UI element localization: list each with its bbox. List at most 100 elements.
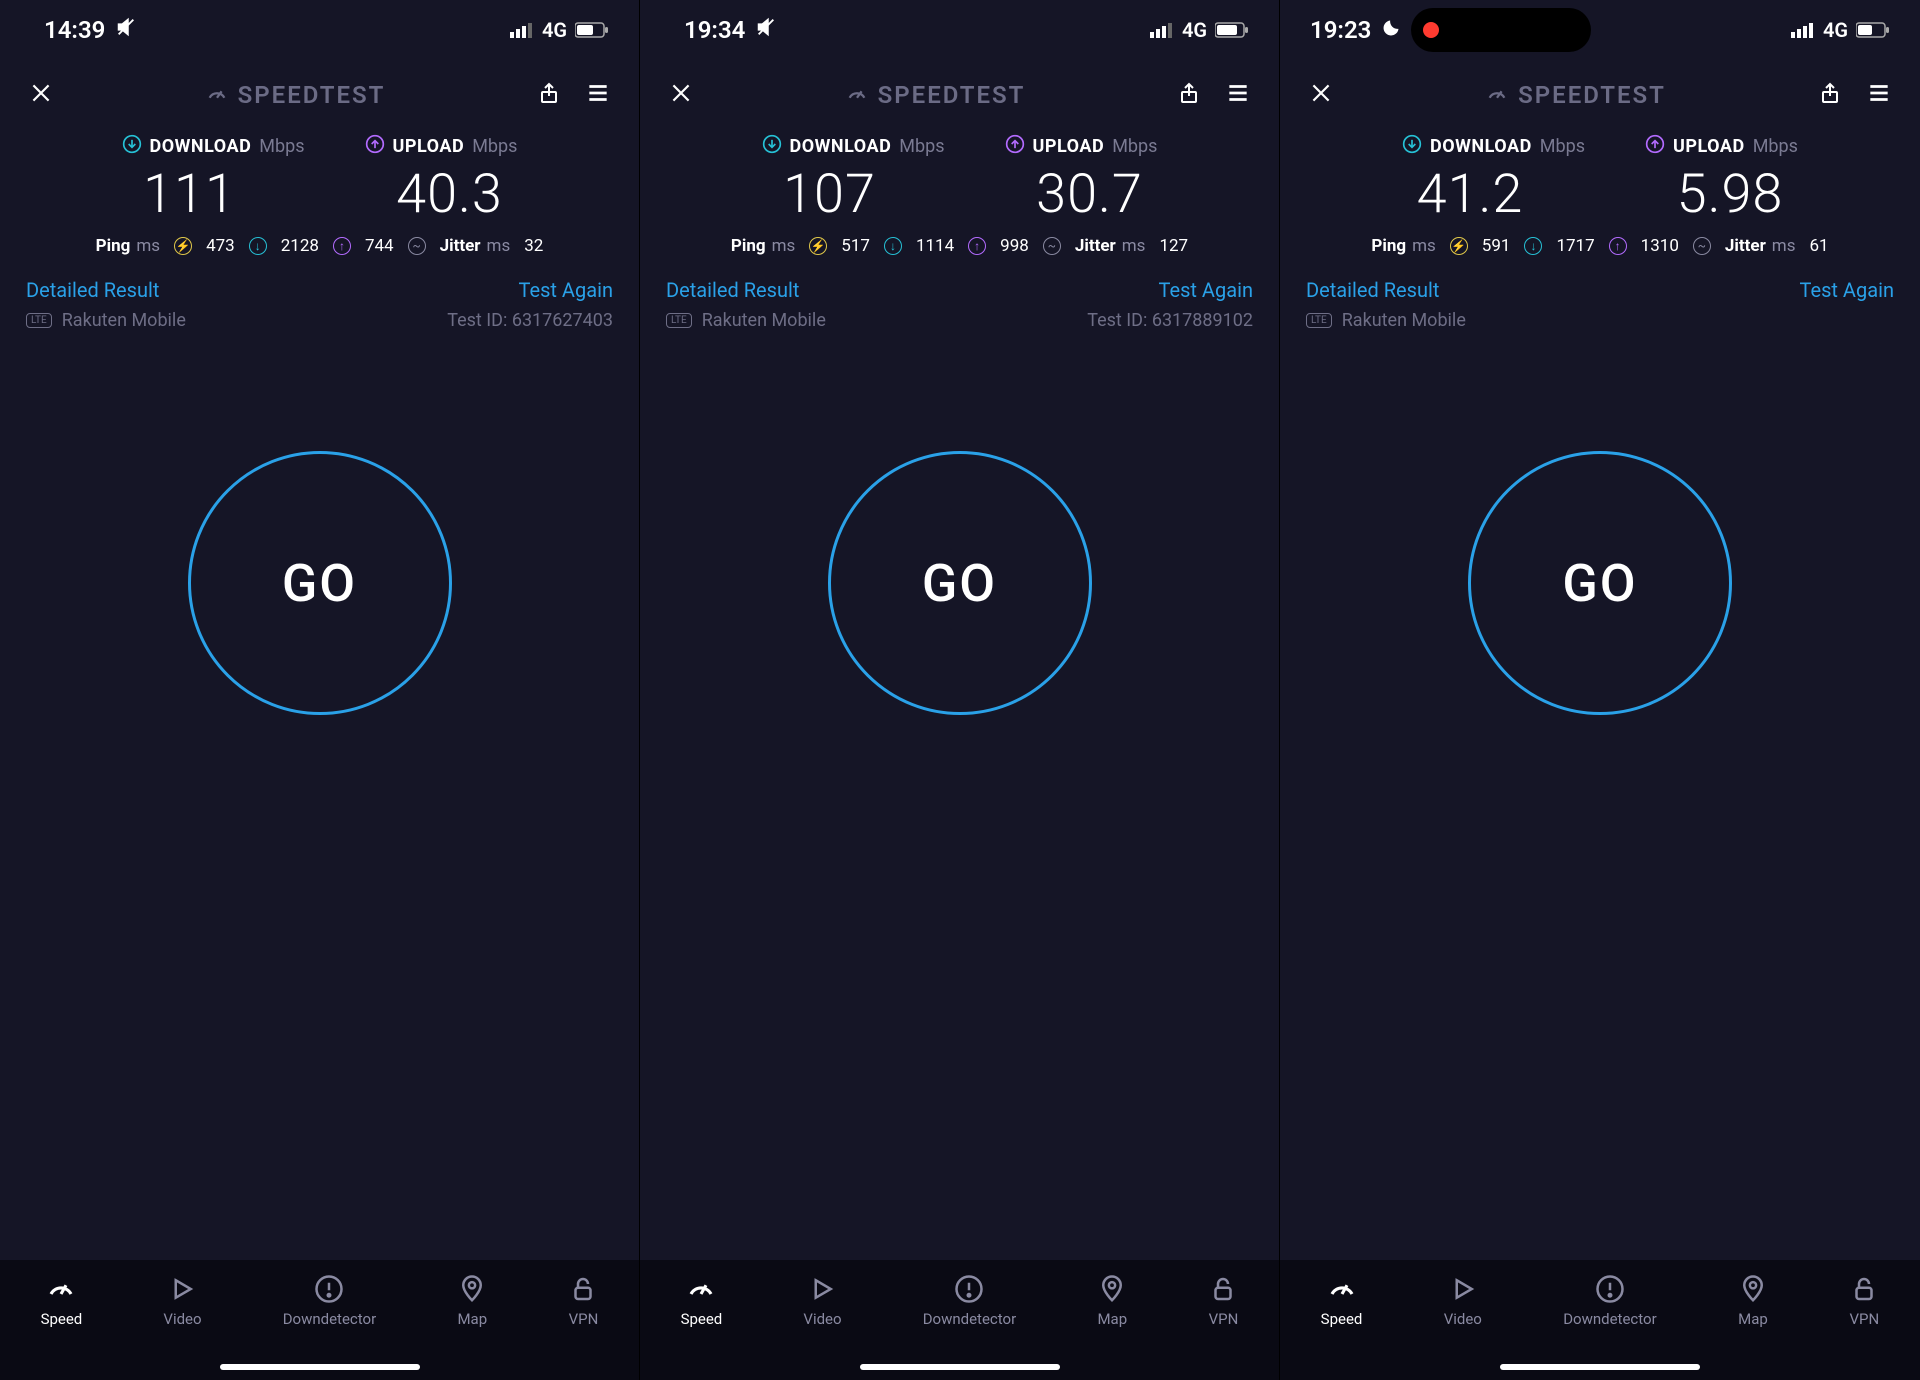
ping-row: Ping ms ⚡591 ↓1717 ↑1310 ~ Jitter ms 61 bbox=[1280, 234, 1920, 266]
network-type: 4G bbox=[542, 18, 567, 42]
ping-up-icon: ↑ bbox=[968, 237, 986, 255]
upload-icon bbox=[1005, 134, 1025, 159]
home-indicator[interactable] bbox=[1500, 1364, 1700, 1370]
battery-icon bbox=[575, 16, 609, 44]
upload-value: 5.98 bbox=[1620, 163, 1840, 226]
download-value: 111 bbox=[80, 163, 300, 226]
moon-icon bbox=[1381, 16, 1401, 44]
test-id: Test ID: 6317627403 bbox=[447, 310, 613, 331]
clock-time: 19:34 bbox=[684, 16, 745, 44]
network-type: 4G bbox=[1182, 18, 1207, 42]
menu-icon[interactable] bbox=[1866, 80, 1892, 110]
nav-speed[interactable]: Speed bbox=[1321, 1274, 1363, 1328]
status-bar: 19:34 4G bbox=[640, 0, 1279, 60]
nav-downdetector[interactable]: Downdetector bbox=[923, 1274, 1016, 1328]
share-icon[interactable] bbox=[537, 81, 561, 109]
bottom-nav: Speed Video Downdetector Map VPN bbox=[640, 1260, 1279, 1380]
detailed-result-link[interactable]: Detailed Result bbox=[1306, 278, 1439, 302]
status-bar: 14:39 4G bbox=[0, 0, 639, 60]
close-icon[interactable] bbox=[668, 80, 694, 110]
nav-video[interactable]: Video bbox=[1444, 1274, 1482, 1328]
carrier-name: Rakuten Mobile bbox=[702, 310, 826, 331]
close-icon[interactable] bbox=[28, 80, 54, 110]
carrier-row: LTE Rakuten Mobile Test ID: 6317627403 bbox=[0, 308, 639, 331]
go-button[interactable]: GO bbox=[188, 451, 452, 715]
bottom-nav: Speed Video Downdetector Map VPN bbox=[0, 1260, 639, 1380]
phone-screen-3: 19:23 4G SPEEDTES bbox=[1280, 0, 1920, 1380]
ping-up-value: 998 bbox=[1000, 236, 1029, 256]
upload-icon bbox=[365, 134, 385, 159]
phone-screen-2: 19:34 4G SPEEDTEST bbox=[640, 0, 1280, 1380]
go-area: GO bbox=[1280, 331, 1920, 1260]
nav-video[interactable]: Video bbox=[163, 1274, 201, 1328]
ping-down-value: 2128 bbox=[281, 236, 319, 256]
download-icon bbox=[1402, 134, 1422, 159]
nav-vpn[interactable]: VPN bbox=[1208, 1274, 1238, 1328]
home-indicator[interactable] bbox=[860, 1364, 1060, 1370]
result-labels: DOWNLOAD Mbps UPLOAD Mbps bbox=[640, 130, 1279, 159]
go-button[interactable]: GO bbox=[828, 451, 1092, 715]
battery-icon bbox=[1215, 16, 1249, 44]
battery-icon bbox=[1856, 16, 1890, 44]
phone-screen-1: 14:39 4G SPEEDTEST bbox=[0, 0, 640, 1380]
test-again-link[interactable]: Test Again bbox=[519, 278, 613, 302]
app-header: SPEEDTEST bbox=[0, 60, 639, 130]
carrier-name: Rakuten Mobile bbox=[62, 310, 186, 331]
app-title: SPEEDTEST bbox=[694, 81, 1177, 109]
nav-map[interactable]: Map bbox=[457, 1274, 487, 1328]
app-header: SPEEDTEST bbox=[640, 60, 1279, 130]
signal-icon bbox=[1150, 16, 1174, 44]
nav-map[interactable]: Map bbox=[1097, 1274, 1127, 1328]
ping-down-value: 1717 bbox=[1556, 236, 1594, 256]
ping-down-icon: ↓ bbox=[1524, 237, 1542, 255]
jitter-icon: ~ bbox=[408, 237, 426, 255]
nav-vpn[interactable]: VPN bbox=[568, 1274, 598, 1328]
ping-up-icon: ↑ bbox=[1609, 237, 1627, 255]
links-row: Detailed Result Test Again bbox=[1280, 266, 1920, 308]
nav-speed[interactable]: Speed bbox=[41, 1274, 83, 1328]
jitter-icon: ~ bbox=[1043, 237, 1061, 255]
test-again-link[interactable]: Test Again bbox=[1159, 278, 1253, 302]
ping-idle-icon: ⚡ bbox=[174, 237, 192, 255]
go-button[interactable]: GO bbox=[1468, 451, 1732, 715]
ping-down-icon: ↓ bbox=[884, 237, 902, 255]
menu-icon[interactable] bbox=[1225, 80, 1251, 110]
close-icon[interactable] bbox=[1308, 80, 1334, 110]
upload-icon bbox=[1645, 134, 1665, 159]
home-indicator[interactable] bbox=[220, 1364, 420, 1370]
ping-row: Ping ms ⚡517 ↓1114 ↑998 ~ Jitter ms 127 bbox=[640, 234, 1279, 266]
detailed-result-link[interactable]: Detailed Result bbox=[666, 278, 799, 302]
carrier-row: LTE Rakuten Mobile Test ID: 6317889102 bbox=[640, 308, 1279, 331]
share-icon[interactable] bbox=[1818, 81, 1842, 109]
nav-vpn[interactable]: VPN bbox=[1849, 1274, 1879, 1328]
record-dot-icon bbox=[1423, 22, 1439, 38]
ping-idle-value: 517 bbox=[841, 236, 870, 256]
nav-speed[interactable]: Speed bbox=[681, 1274, 723, 1328]
lte-badge: LTE bbox=[26, 313, 52, 328]
recording-pill[interactable] bbox=[1411, 8, 1591, 52]
download-icon bbox=[122, 134, 142, 159]
ping-idle-value: 591 bbox=[1482, 236, 1511, 256]
nav-downdetector[interactable]: Downdetector bbox=[1563, 1274, 1656, 1328]
nav-video[interactable]: Video bbox=[803, 1274, 841, 1328]
share-icon[interactable] bbox=[1177, 81, 1201, 109]
go-area: GO bbox=[640, 331, 1279, 1260]
jitter-value: 32 bbox=[524, 236, 543, 256]
signal-icon bbox=[1791, 16, 1815, 44]
lte-badge: LTE bbox=[666, 313, 692, 328]
test-again-link[interactable]: Test Again bbox=[1800, 278, 1894, 302]
screenshot-triptych: 14:39 4G SPEEDTEST bbox=[0, 0, 1920, 1380]
mute-icon bbox=[755, 16, 777, 44]
status-bar: 19:23 4G bbox=[1280, 0, 1920, 60]
result-labels: DOWNLOAD Mbps UPLOAD Mbps bbox=[0, 130, 639, 159]
app-header: SPEEDTEST bbox=[1280, 60, 1920, 130]
clock-time: 19:23 bbox=[1310, 16, 1371, 44]
menu-icon[interactable] bbox=[585, 80, 611, 110]
nav-downdetector[interactable]: Downdetector bbox=[283, 1274, 376, 1328]
links-row: Detailed Result Test Again bbox=[0, 266, 639, 308]
app-title: SPEEDTEST bbox=[54, 81, 537, 109]
ping-down-value: 1114 bbox=[916, 236, 954, 256]
nav-map[interactable]: Map bbox=[1738, 1274, 1768, 1328]
carrier-row: LTE Rakuten Mobile Test ID: bbox=[1280, 308, 1920, 331]
detailed-result-link[interactable]: Detailed Result bbox=[26, 278, 159, 302]
